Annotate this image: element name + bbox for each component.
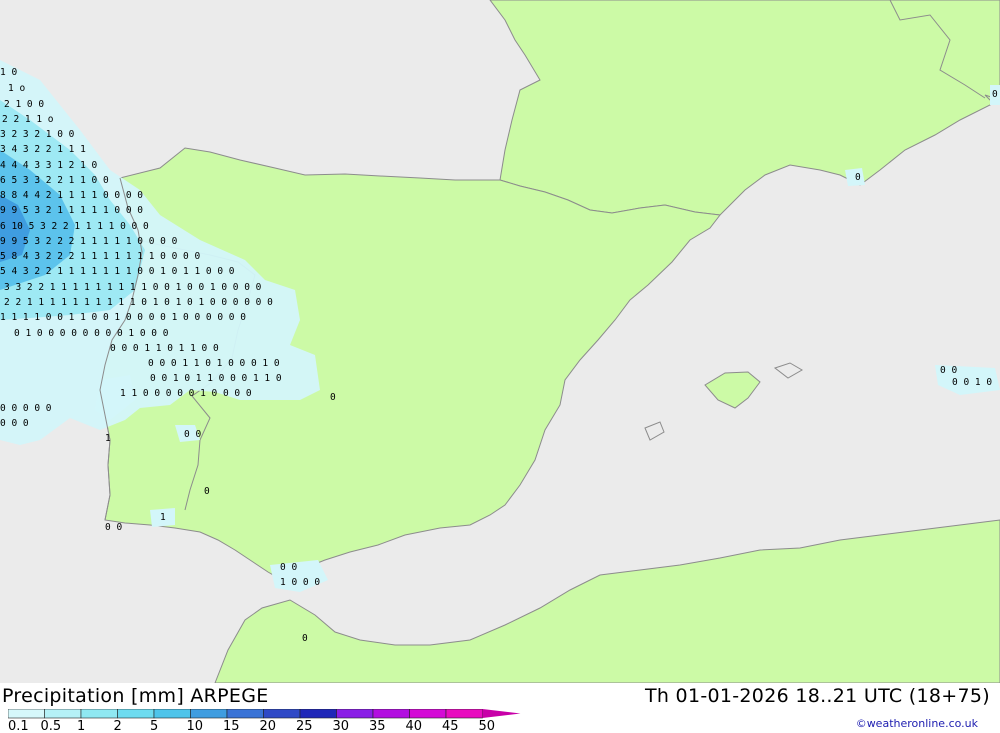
- validity-time: Th 01-01-2026 18..21 UTC (18+75): [644, 685, 990, 707]
- legend-swatch: [445, 709, 483, 719]
- precip-value-row: 2 2 1 1 o: [2, 114, 54, 125]
- precip-value: 1: [160, 512, 166, 523]
- legend-label: 35: [369, 719, 386, 733]
- map-title: Precipitation [mm] ARPEGE: [2, 685, 269, 707]
- precip-value-row: 5 8 4 3 2 2 2 1 1 1 1 1 1 1 0 0 0 0: [0, 251, 200, 262]
- precip-value-row: 0 0 0: [0, 418, 29, 429]
- legend-swatch: [117, 709, 155, 719]
- precip-value-row: 0 0 0 0 0: [0, 403, 52, 414]
- legend-label: 45: [442, 719, 459, 733]
- precip-value-row: 1 0: [0, 67, 17, 78]
- legend-swatch: [299, 709, 337, 719]
- precip-value: 0: [855, 172, 861, 183]
- precip-value-row: 8 8 4 4 2 1 1 1 1 0 0 0 0: [0, 190, 143, 201]
- precip-value-row: 1 o: [8, 83, 25, 94]
- legend-label: 1: [77, 719, 85, 733]
- legend-label: 5: [150, 719, 158, 733]
- legend-swatch: [80, 709, 118, 719]
- legend-label: 0.1: [8, 719, 29, 733]
- precip-value: 0: [204, 486, 210, 497]
- map-canvas: 1 0 1 o 2 1 0 0 2 2 1 1 o 3 2 3 2 1 0 0 3 4 3…: [0, 0, 1000, 684]
- precip-value-row: 5 4 3 2 2 1 1 1 1 1 1 1 0 0 1 0 1 1 0 0 …: [0, 266, 235, 277]
- legend-swatch: [153, 709, 191, 719]
- legend-swatch: [226, 709, 264, 719]
- precip-value-row: 0 0 1 0 1 1 0 0 0 1 1 0: [150, 373, 282, 384]
- legend-label: 10: [187, 719, 204, 733]
- legend-label: 2: [114, 719, 122, 733]
- color-legend: 0.1 0.5 1 2 5 10 15 20 25 30 35 40 45 50: [8, 709, 521, 733]
- precip-value-row: 0 1 0 0 0 0 0 0 0 0 1 0 0 0: [14, 328, 169, 339]
- credit-link[interactable]: ©weatheronline.co.uk: [856, 717, 978, 730]
- precip-value-row: 3 3 2 2 1 1 1 1 1 1 1 1 1 0 0 1 0 0 1 0 …: [4, 282, 262, 293]
- precip-value: 0 0: [280, 562, 297, 573]
- precip-value: 0: [302, 633, 308, 644]
- legend-swatch: [263, 709, 301, 719]
- precip-value-row: 1 1 1 1 0 0 1 1 0 0 1 0 0 0 0 1 0 0 0 0 …: [0, 312, 246, 323]
- legend-swatch: [336, 709, 374, 719]
- precip-value-row: 3 4 3 2 2 1 1 1: [0, 144, 86, 155]
- legend-label: 0.5: [41, 719, 62, 733]
- legend-arrow: [482, 709, 521, 718]
- precip-value-row: 2 2 1 1 1 1 1 1 1 1 1 1 0 1 0 1 0 1 0 0 …: [4, 297, 273, 308]
- legend-swatch: [409, 709, 447, 719]
- precipitation-map: 1 0 1 o 2 1 0 0 2 2 1 1 o 3 2 3 2 1 0 0 3 4 3…: [0, 0, 1000, 684]
- legend-label: 40: [406, 719, 423, 733]
- legend-swatch: [44, 709, 82, 719]
- precip-value: 0: [992, 89, 998, 100]
- precip-value-row: 1 1 0 0 0 0 0 1 0 0 0 0: [120, 388, 252, 399]
- precip-value-row: 6 10 5 3 2 2 1 1 1 1 0 0 0: [0, 221, 149, 232]
- precip-value: 0 0 1 0: [952, 377, 992, 388]
- legend-swatch: [190, 709, 228, 719]
- precip-value-row: 2 1 0 0: [4, 99, 44, 110]
- precip-value-row: 0 0 0 1 1 0 1 1 0 0: [110, 343, 219, 354]
- legend-label: 20: [260, 719, 277, 733]
- precip-value: 0 0: [184, 429, 201, 440]
- precip-value: 0 0: [105, 522, 122, 533]
- precip-value: 1 0 0 0: [280, 577, 320, 588]
- legend-label: 30: [333, 719, 350, 733]
- precip-value: 0: [330, 392, 336, 403]
- precip-value-row: 4 4 4 3 3 1 2 1 0: [0, 160, 98, 171]
- precip-value: 0 0: [940, 365, 957, 376]
- precip-value-row: 6 5 3 3 2 2 1 1 0 0: [0, 175, 109, 186]
- precip-value-row: 9 9 5 3 2 1 1 1 1 1 0 0 0: [0, 205, 143, 216]
- footer-bar: Precipitation [mm] ARPEGE Th 01-01-2026 …: [0, 683, 1000, 733]
- legend-label: 50: [479, 719, 496, 733]
- legend-label: 15: [223, 719, 240, 733]
- legend-label: 25: [296, 719, 313, 733]
- precip-value-row: 3 2 3 2 1 0 0: [0, 129, 75, 140]
- precip-value-row: 0 0 0 1 1 0 1 0 0 0 1 0: [148, 358, 280, 369]
- legend-swatch: [372, 709, 410, 719]
- legend-swatch: [8, 709, 45, 719]
- precip-value-row: 1: [105, 433, 111, 444]
- precip-value-row: 9 9 5 3 2 2 2 1 1 1 1 1 0 0 0 0: [0, 236, 178, 247]
